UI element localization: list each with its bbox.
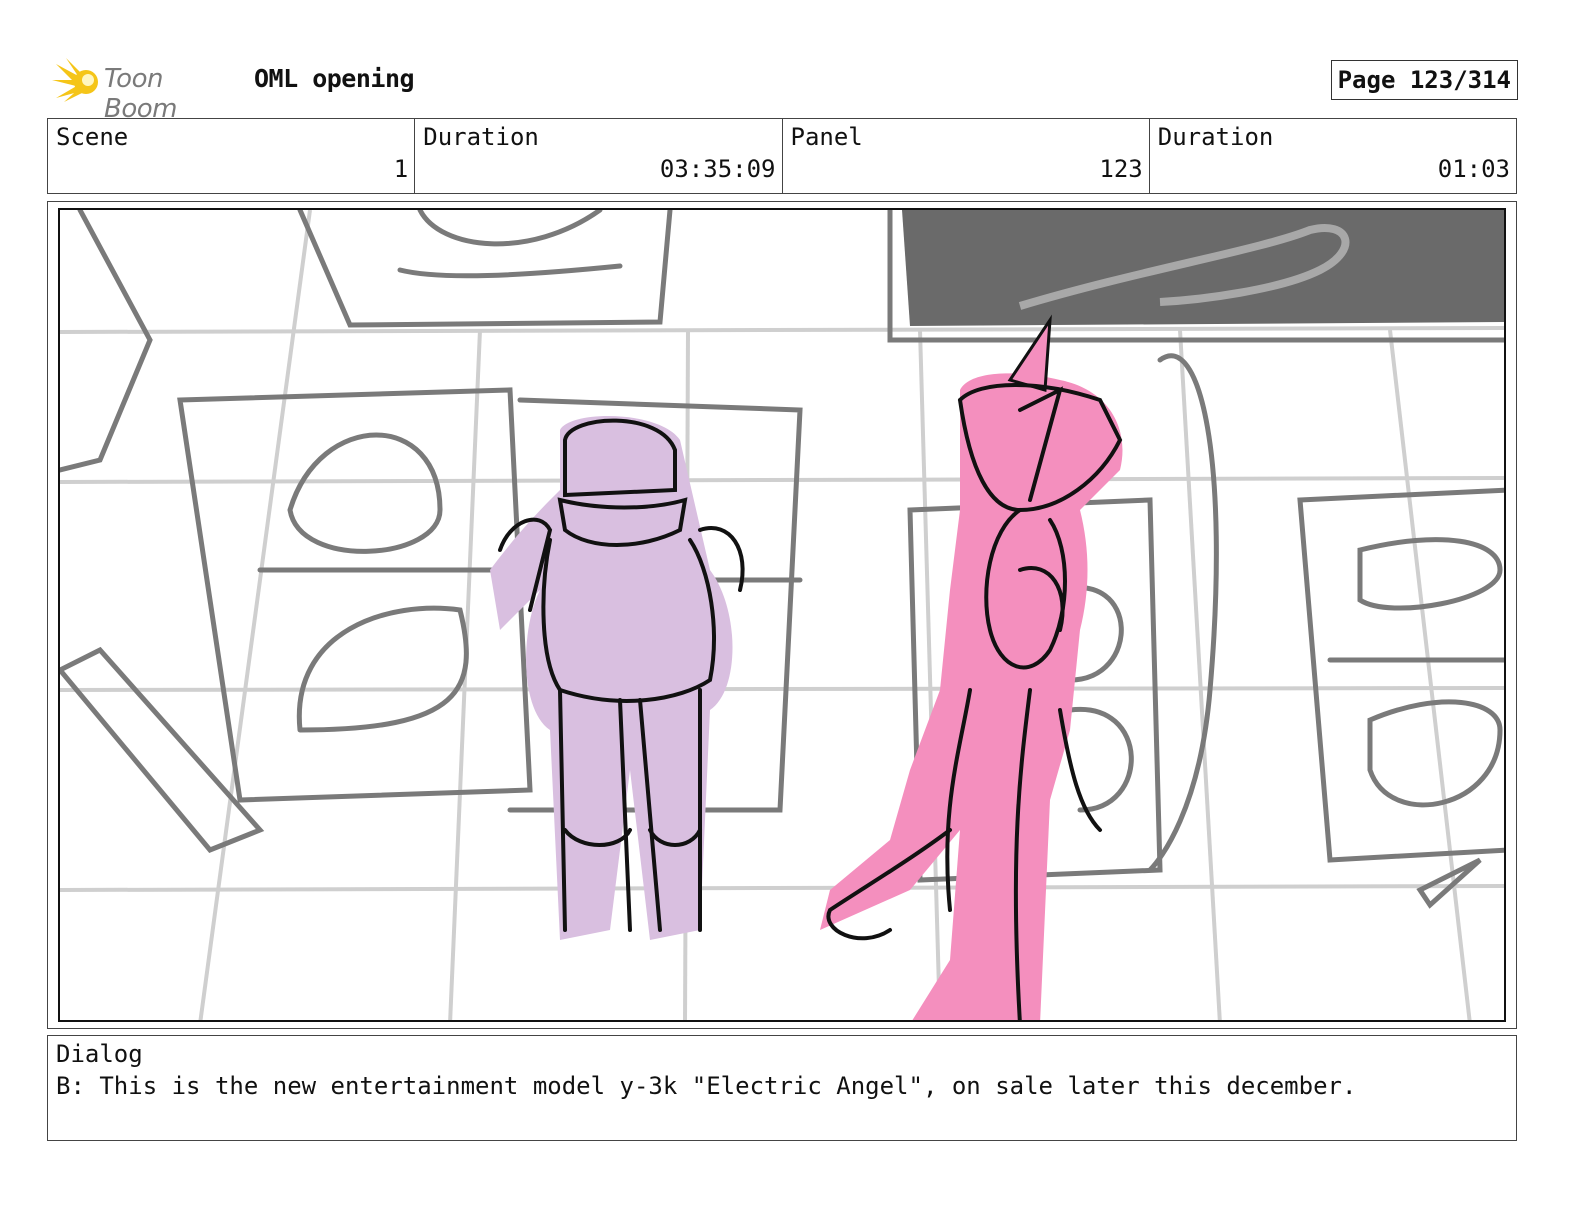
storyboard-sketch xyxy=(60,210,1504,1020)
toon-boom-logo: Toon Boom xyxy=(52,56,242,124)
scene-cell: Scene 1 xyxy=(48,119,416,193)
dialog-text: B: This is the new entertainment model y… xyxy=(56,1072,1357,1100)
storyboard-panel-image xyxy=(58,208,1506,1022)
panel-label: Panel xyxy=(790,123,863,151)
scene-label: Scene xyxy=(56,123,129,151)
pink-character xyxy=(820,314,1123,1020)
header: Toon Boom OML opening Page 123/314 xyxy=(52,56,1518,124)
project-title: OML opening xyxy=(254,64,415,93)
panel-duration-cell: Duration 01:03 xyxy=(1150,119,1516,193)
panel-duration-value: 01:03 xyxy=(1437,155,1510,183)
floor-tiles xyxy=(60,210,1504,1020)
panel-frame xyxy=(47,201,1517,1029)
info-table: Scene 1 Duration 03:35:09 Panel 123 Dura… xyxy=(47,118,1517,194)
wall-screen xyxy=(902,210,1504,326)
dialog-box: Dialog B: This is the new entertainment … xyxy=(47,1035,1517,1141)
lavender-character xyxy=(490,416,745,940)
scene-duration-label: Duration xyxy=(423,123,539,151)
scene-duration-value: 03:35:09 xyxy=(659,155,776,183)
panel-cell: Panel 123 xyxy=(783,119,1150,193)
page-number: Page 123/314 xyxy=(1330,60,1518,100)
dialog-label: Dialog xyxy=(56,1040,143,1068)
scene-duration-cell: Duration 03:35:09 xyxy=(415,119,783,193)
panel-duration-label: Duration xyxy=(1157,123,1274,151)
logo-text: Toon Boom xyxy=(104,64,177,124)
scene-value: 1 xyxy=(393,155,409,183)
panel-value: 123 xyxy=(1099,155,1143,183)
starburst-icon xyxy=(52,58,98,102)
